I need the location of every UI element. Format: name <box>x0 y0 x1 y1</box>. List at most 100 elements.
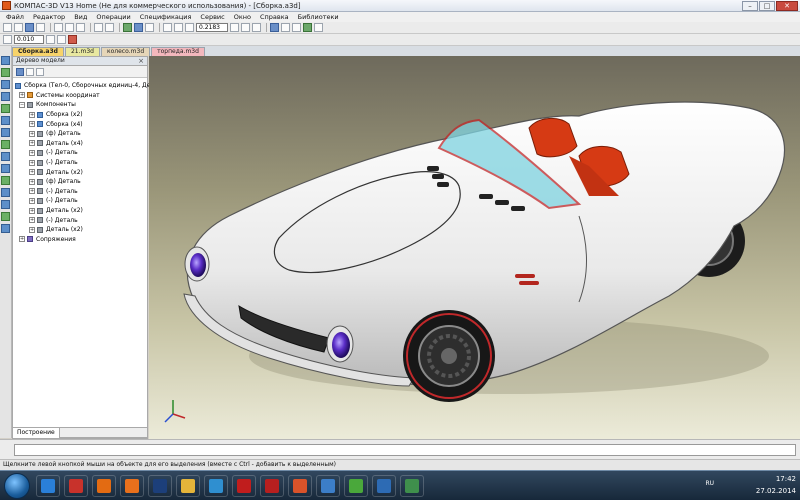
tree-item[interactable]: + (-) Деталь <box>13 215 147 225</box>
expand-icon[interactable]: + <box>29 169 35 176</box>
filter-icon[interactable] <box>68 35 77 44</box>
orientation-icon[interactable] <box>270 23 279 32</box>
edit-assembly-icon[interactable] <box>1 56 10 65</box>
maximize-button[interactable]: □ <box>759 1 775 11</box>
menu-editor[interactable]: Редактор <box>33 13 65 21</box>
extrude-icon[interactable] <box>1 140 10 149</box>
zoom-out-icon[interactable] <box>185 23 194 32</box>
section-icon[interactable] <box>1 176 10 185</box>
menu-view[interactable]: Вид <box>74 13 87 21</box>
taskbar-app-button[interactable] <box>176 474 200 497</box>
cursor-icon[interactable] <box>46 35 55 44</box>
start-button[interactable] <box>4 472 30 499</box>
perspective-icon[interactable] <box>314 23 323 32</box>
expand-icon[interactable]: + <box>29 140 35 147</box>
paste-icon[interactable] <box>76 23 85 32</box>
menu-service[interactable]: Сервис <box>200 13 224 21</box>
taskbar-app-button[interactable] <box>148 474 172 497</box>
measure-icon[interactable] <box>1 164 10 173</box>
open-file-icon[interactable] <box>14 23 23 32</box>
expand-icon[interactable]: + <box>29 197 35 204</box>
grid-icon[interactable] <box>3 35 12 44</box>
expand-icon[interactable]: + <box>29 159 35 166</box>
property-field[interactable] <box>14 444 796 456</box>
surface-icon[interactable] <box>1 152 10 161</box>
tree-item[interactable]: + (-) Деталь <box>13 158 147 168</box>
taskbar-app-button[interactable] <box>64 474 88 497</box>
expand-icon[interactable]: + <box>29 178 35 185</box>
tree-item[interactable]: + (ф) Деталь <box>13 129 147 139</box>
menu-file[interactable]: Файл <box>6 13 24 21</box>
zoom-window-icon[interactable] <box>163 23 172 32</box>
tree-close-icon[interactable]: × <box>138 57 144 65</box>
new-file-icon[interactable] <box>3 23 12 32</box>
properties-icon[interactable] <box>145 23 154 32</box>
system-clock[interactable]: 17:42 27.02.2014 <box>756 473 796 497</box>
expand-icon[interactable]: + <box>29 226 35 233</box>
redo-icon[interactable] <box>105 23 114 32</box>
cut-icon[interactable] <box>54 23 63 32</box>
tree-filter-icon[interactable] <box>36 67 44 76</box>
spacer-icon[interactable] <box>1 200 10 209</box>
menu-window[interactable]: Окно <box>234 13 251 21</box>
scale-input[interactable]: 0.2183 <box>196 23 228 32</box>
expand-icon[interactable]: + <box>19 92 25 99</box>
tree-item[interactable]: + Сборка (x4) <box>13 119 147 129</box>
mate-icon[interactable] <box>1 80 10 89</box>
tab-21[interactable]: 21.m3d <box>64 47 100 56</box>
save-icon[interactable] <box>25 23 34 32</box>
tab-construction[interactable]: Построение <box>13 428 60 438</box>
taskbar-app-button[interactable] <box>120 474 144 497</box>
sketch-icon[interactable] <box>1 128 10 137</box>
menu-operations[interactable]: Операции <box>96 13 130 21</box>
model-viewport[interactable] <box>149 56 800 439</box>
tree-sort-icon[interactable] <box>26 67 34 76</box>
tree-item[interactable]: + Деталь (x2) <box>13 167 147 177</box>
tree-item[interactable]: + (-) Деталь <box>13 148 147 158</box>
manager-icon[interactable] <box>123 23 132 32</box>
tab-dashboard[interactable]: торпеда.m3d <box>151 47 205 56</box>
expand-icon[interactable]: + <box>19 236 25 243</box>
zoom-fit-icon[interactable] <box>230 23 239 32</box>
zoom-in-icon[interactable] <box>174 23 183 32</box>
rotate-icon[interactable] <box>252 23 261 32</box>
taskbar-app-button[interactable] <box>344 474 368 497</box>
print-icon[interactable] <box>36 23 45 32</box>
rotate-component-icon[interactable] <box>1 104 10 113</box>
hidden-lines-icon[interactable] <box>292 23 301 32</box>
taskbar-app-button[interactable] <box>204 474 228 497</box>
taskbar-app-button[interactable] <box>316 474 340 497</box>
move-component-icon[interactable] <box>1 92 10 101</box>
taskbar-app-button[interactable] <box>260 474 284 497</box>
tree-item[interactable]: + Деталь (x2) <box>13 225 147 235</box>
tree-structure-icon[interactable] <box>16 67 24 76</box>
tree-item[interactable]: + Сборка (x2) <box>13 110 147 120</box>
array-icon[interactable] <box>1 116 10 125</box>
taskbar-app-button[interactable] <box>400 474 424 497</box>
tree-item[interactable]: + (-) Деталь <box>13 196 147 206</box>
taskbar-app-button[interactable] <box>36 474 60 497</box>
expand-icon[interactable]: + <box>29 121 35 128</box>
taskbar-app-button[interactable] <box>288 474 312 497</box>
language-indicator[interactable]: RU <box>705 480 714 487</box>
expand-icon[interactable]: + <box>29 149 35 156</box>
assembly-tools-icon[interactable] <box>1 224 10 233</box>
wireframe-icon[interactable] <box>281 23 290 32</box>
fasteners-icon[interactable] <box>1 212 10 221</box>
tree-item-components[interactable]: − Компоненты <box>13 100 147 110</box>
tab-assembly[interactable]: Сборка.a3d <box>12 47 64 56</box>
menu-specification[interactable]: Спецификация <box>140 13 192 21</box>
taskbar-app-button[interactable] <box>372 474 396 497</box>
minimize-button[interactable]: – <box>742 1 758 11</box>
close-button[interactable]: ✕ <box>776 1 798 11</box>
add-component-icon[interactable] <box>1 68 10 77</box>
expand-icon[interactable]: + <box>29 188 35 195</box>
expand-icon[interactable]: + <box>29 130 35 137</box>
taskbar-app-button[interactable] <box>232 474 256 497</box>
specification-icon[interactable] <box>1 188 10 197</box>
tree-item-coordinates[interactable]: + Системы координат <box>13 91 147 101</box>
shaded-icon[interactable] <box>303 23 312 32</box>
library-icon[interactable] <box>134 23 143 32</box>
step-input[interactable]: 0.010 <box>14 35 44 44</box>
tree-item[interactable]: + Деталь (x2) <box>13 206 147 216</box>
